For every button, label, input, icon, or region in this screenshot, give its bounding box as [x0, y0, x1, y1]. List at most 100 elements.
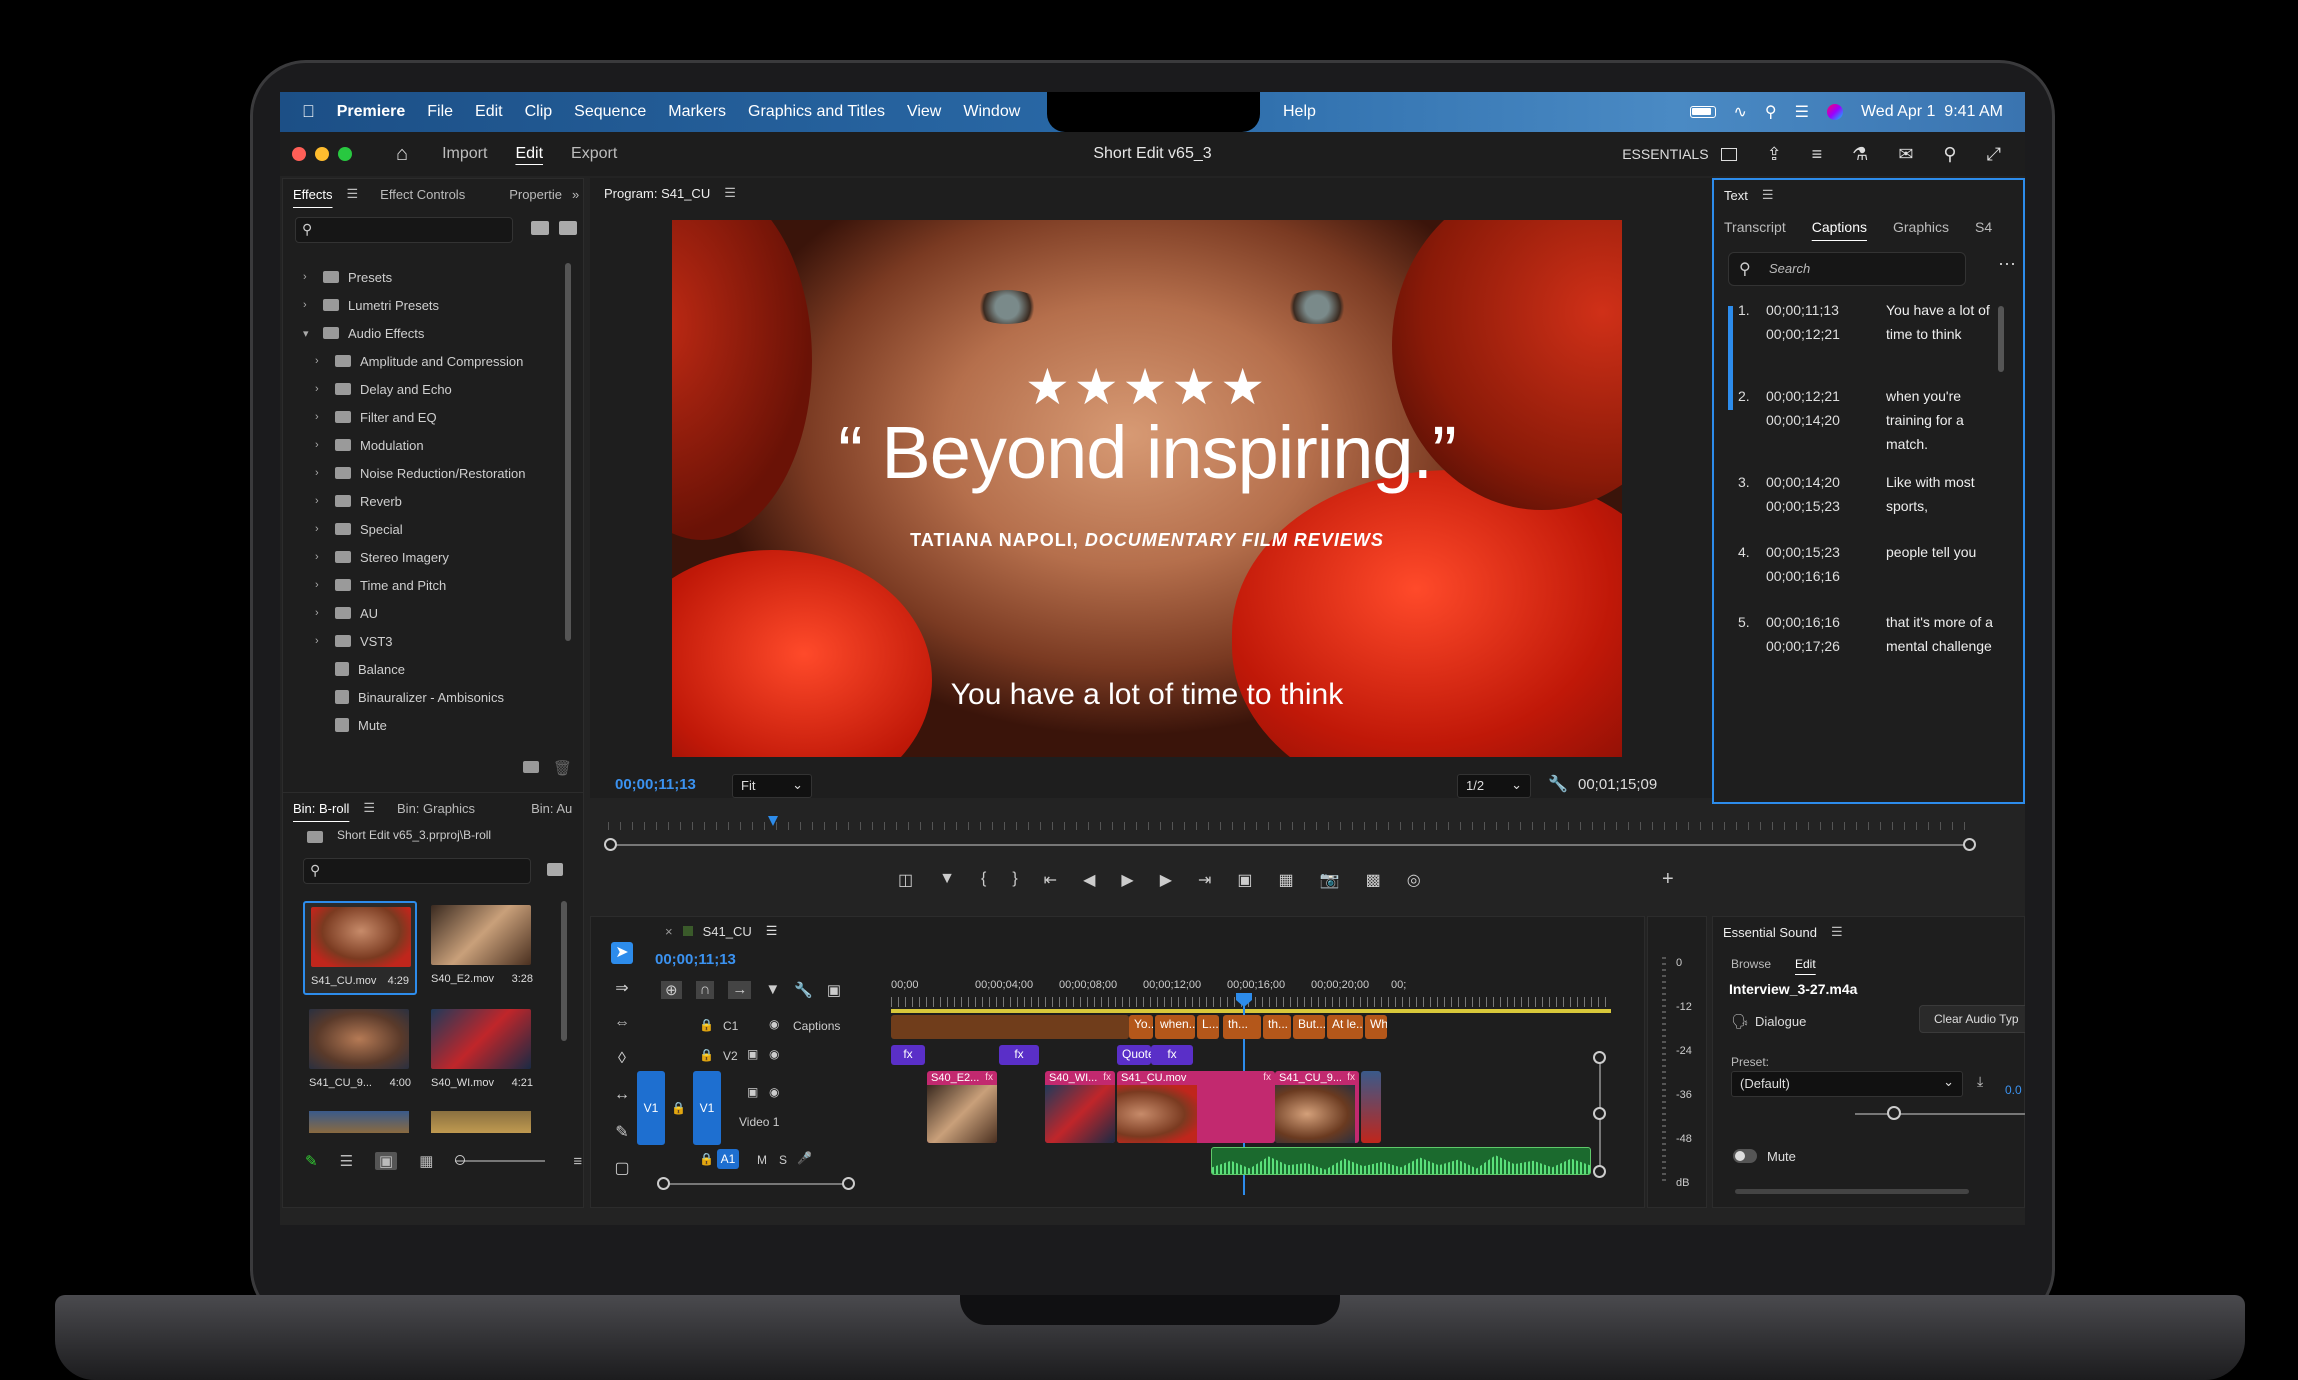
battery-icon[interactable]	[1689, 106, 1716, 118]
chevron-right-icon[interactable]: ›	[315, 635, 327, 647]
sync-icon[interactable]: ▣	[747, 1085, 758, 1099]
caption-clip[interactable]: L...	[1197, 1015, 1219, 1039]
v2-clip[interactable]: Quote	[1117, 1045, 1151, 1065]
track-select-icon[interactable]: ⇒	[611, 978, 633, 1000]
new-bin-icon[interactable]	[531, 221, 549, 235]
effect-tree-item[interactable]: Binauralizer - Ambisonics	[283, 683, 563, 711]
new-item-icon[interactable]	[547, 863, 563, 876]
extract-icon[interactable]: ▦	[1279, 870, 1294, 890]
mark-in-icon[interactable]: {	[981, 870, 986, 890]
sliders-icon[interactable]: ≡	[1812, 144, 1823, 165]
bin-search-input[interactable]: ⚲	[303, 858, 531, 884]
text-panel-title[interactable]: Text	[1724, 188, 1748, 203]
tab-bin-broll[interactable]: Bin: B-roll	[293, 801, 349, 816]
menu-graphics-titles[interactable]: Graphics and Titles	[748, 103, 885, 121]
panel-menu-icon[interactable]: ☰	[1831, 924, 1843, 940]
tab-edit-sound[interactable]: Edit	[1795, 957, 1816, 971]
icon-view-icon[interactable]: ▣	[375, 1152, 398, 1170]
tab-captions[interactable]: Captions	[1812, 219, 1867, 235]
menu-edit[interactable]: Edit	[475, 103, 503, 121]
v1-clip[interactable]: S41_CU.mov fx	[1117, 1071, 1275, 1143]
caption-text[interactable]: people tell you	[1886, 540, 1996, 564]
effect-tree-item[interactable]: › Noise Reduction/Restoration	[283, 459, 563, 487]
lock-icon[interactable]: 🔒	[699, 1048, 714, 1062]
bin-clip-3[interactable]: S41_CU_9... 4:00	[303, 1005, 417, 1099]
effect-tree-item[interactable]: › Reverb	[283, 487, 563, 515]
play-icon[interactable]: ▶	[1121, 870, 1133, 890]
effect-tree-item[interactable]: › AU	[283, 599, 563, 627]
track-v1[interactable]: V1	[693, 1071, 721, 1145]
caption-clip[interactable]: th...	[1263, 1015, 1291, 1039]
tab-effects[interactable]: Effects	[293, 187, 333, 202]
menubar-datetime[interactable]: Wed Apr 1 9:41 AM	[1861, 103, 2003, 121]
caption-clip[interactable]: Wh	[1365, 1015, 1387, 1039]
step-back-icon[interactable]: ◀	[1083, 870, 1095, 890]
mic-icon[interactable]: 🎤	[797, 1151, 812, 1165]
share-icon[interactable]: ⇪	[1767, 144, 1782, 165]
apple-icon[interactable]: 	[302, 102, 315, 122]
chevron-right-icon[interactable]: ›	[315, 355, 327, 367]
lock-icon[interactable]: 🔒	[699, 1018, 714, 1032]
menu-markers[interactable]: Markers	[668, 103, 726, 121]
effect-tree-item[interactable]: Mute	[283, 711, 563, 739]
effect-tree-item[interactable]: › Modulation	[283, 431, 563, 459]
go-to-in-icon[interactable]: ⇤	[1044, 870, 1057, 890]
sequence-tab[interactable]: S41_CU	[703, 924, 752, 939]
effect-tree-item[interactable]: › Amplitude and Compression	[283, 347, 563, 375]
effects-search-input[interactable]: ⚲	[295, 217, 513, 243]
caption-clip[interactable]: But...	[1293, 1015, 1325, 1039]
solo-track-s[interactable]: S	[779, 1153, 787, 1167]
overflow-icon[interactable]: »	[572, 187, 579, 202]
pen-tool-icon[interactable]: ✎	[611, 1122, 633, 1144]
sync-icon[interactable]: ▣	[747, 1047, 758, 1061]
compare-icon[interactable]: ▩	[1366, 870, 1381, 890]
add-button-icon[interactable]: +	[1662, 868, 1674, 891]
work-area-bar[interactable]	[891, 1009, 1611, 1013]
menu-window[interactable]: Window	[963, 103, 1020, 121]
menu-clip[interactable]: Clip	[525, 103, 553, 121]
tab-edit[interactable]: Edit	[515, 145, 543, 163]
chevron-right-icon[interactable]: ›	[315, 383, 327, 395]
panel-menu-icon[interactable]: ☰	[363, 800, 375, 816]
clear-audio-type-button[interactable]: Clear Audio Typ	[1919, 1005, 2025, 1033]
comment-icon[interactable]: ✉	[1898, 144, 1913, 165]
folder-icon[interactable]	[523, 761, 539, 773]
preset-select[interactable]: (Default) ⌄	[1731, 1071, 1963, 1097]
tab-transcript[interactable]: Transcript	[1724, 219, 1786, 235]
chevron-right-icon[interactable]: ›	[315, 579, 327, 591]
chevron-right-icon[interactable]: ›	[315, 439, 327, 451]
v1-clip-tail[interactable]	[1361, 1071, 1381, 1143]
tab-browse[interactable]: Browse	[1731, 957, 1771, 971]
loudness-slider[interactable]	[1855, 1106, 2025, 1120]
razor-tool-icon[interactable]: ◊	[611, 1050, 633, 1072]
bin-clip-4[interactable]: S40_WI.mov 4:21	[425, 1005, 539, 1099]
program-label[interactable]: Program: S41_CU	[604, 186, 710, 201]
caption-clip[interactable]: when...	[1155, 1015, 1195, 1039]
mute-track-m[interactable]: M	[757, 1153, 767, 1167]
lock-icon[interactable]: 🔒	[699, 1152, 714, 1166]
freeform-view-icon[interactable]: ▦	[419, 1152, 433, 1170]
trash-icon[interactable]: 🗑	[553, 759, 572, 777]
caption-clip-strip[interactable]	[891, 1015, 1129, 1039]
workspace-label[interactable]: ESSENTIALS	[1622, 146, 1708, 162]
tab-s4[interactable]: S4	[1975, 219, 1992, 235]
caption-clip[interactable]: th...	[1223, 1015, 1261, 1039]
chevron-right-icon[interactable]: ›	[315, 523, 327, 535]
eye-icon[interactable]: ◉	[769, 1085, 779, 1099]
panel-menu-icon[interactable]: ☰	[766, 923, 778, 939]
effect-tree-item[interactable]: › Special	[283, 515, 563, 543]
tab-bin-audio[interactable]: Bin: Au	[531, 801, 572, 816]
chevron-right-icon[interactable]: ›	[315, 411, 327, 423]
menu-app-name[interactable]: Premiere	[337, 103, 406, 121]
caption-text[interactable]: when you're training for a match.	[1886, 384, 1996, 456]
captions-scrollbar[interactable]	[1998, 306, 2004, 372]
tab-import[interactable]: Import	[442, 145, 487, 163]
eye-icon[interactable]: ◉	[769, 1017, 779, 1031]
resolution-select[interactable]: 1/2 ⌄	[1457, 774, 1531, 798]
effect-tree-item[interactable]: › Stereo Imagery	[283, 543, 563, 571]
ripple-edit-icon[interactable]: ⇔	[611, 1014, 633, 1036]
slip-tool-icon[interactable]: ↔	[611, 1086, 633, 1108]
sort-icon[interactable]: ≡	[573, 1153, 582, 1170]
track-c1[interactable]: C1	[723, 1019, 738, 1033]
v2-clip[interactable]: fx	[1151, 1045, 1193, 1065]
